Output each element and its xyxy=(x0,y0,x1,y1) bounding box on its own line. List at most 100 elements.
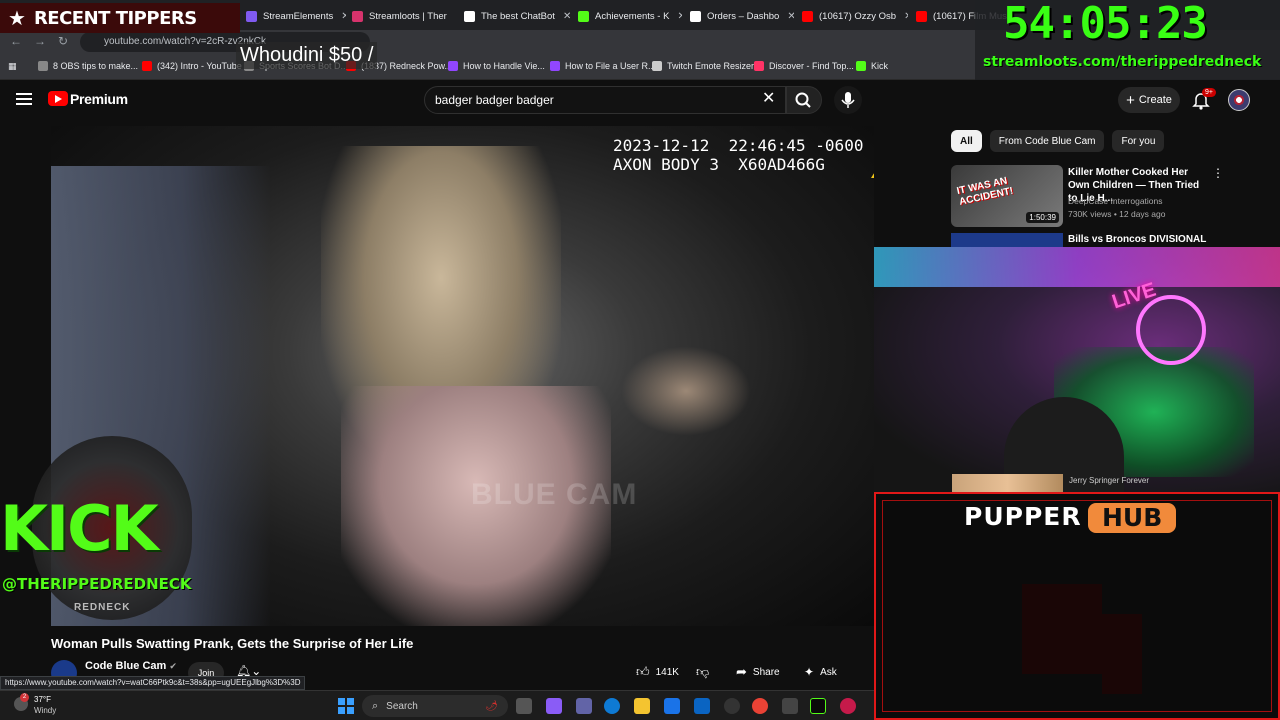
app-icon[interactable] xyxy=(782,698,798,714)
chip-from-channel[interactable]: From Code Blue Cam xyxy=(989,130,1105,152)
recommendation-channel[interactable]: DeepCase Interrogations xyxy=(1068,195,1165,208)
webcam-led-lights xyxy=(874,247,1280,287)
reload-icon[interactable]: ↻ xyxy=(58,34,68,48)
chip-all[interactable]: All xyxy=(951,130,982,152)
back-icon[interactable]: ← xyxy=(10,34,22,48)
youtube-brand[interactable]: Premium xyxy=(70,91,128,107)
search-icon: ⌕ xyxy=(372,699,379,712)
sparkle-icon: ✦ xyxy=(804,665,815,679)
streamloots-url: streamloots.com/therippedredneck xyxy=(983,54,1262,70)
account-avatar[interactable] xyxy=(1228,89,1250,111)
forward-icon[interactable]: → xyxy=(34,34,46,48)
recommendation-thumbnail[interactable] xyxy=(951,233,1063,247)
search-box xyxy=(424,86,786,114)
kick-handle: @THERIPPEDREDNECK xyxy=(2,575,192,593)
streamloots-icon xyxy=(352,10,363,22)
discover-icon xyxy=(754,61,764,71)
taskbar-search[interactable]: ⌕ Search 🌶︎ xyxy=(362,695,508,717)
microphone-icon xyxy=(841,92,855,108)
bookmark-emote-resizer[interactable]: Twitch Emote Resizer xyxy=(652,61,754,71)
share-button[interactable]: ➦ Share xyxy=(736,661,780,683)
close-tab-icon[interactable]: ✕ xyxy=(787,11,794,22)
notification-count-badge: 9+ xyxy=(1202,88,1216,97)
axon-logo-icon xyxy=(871,136,874,178)
obs-icon[interactable] xyxy=(724,698,740,714)
bookmark-discover[interactable]: Discover - Find Top... xyxy=(754,61,854,71)
close-tab-icon[interactable]: ✕ xyxy=(455,11,456,22)
terminal-icon[interactable] xyxy=(810,698,826,714)
tab-streamloots[interactable]: Streamloots | Ther✕ xyxy=(352,4,456,28)
plus-icon: + xyxy=(1126,91,1135,109)
close-tab-icon[interactable]: ✕ xyxy=(904,11,908,22)
dislike-button[interactable]: 👎︎ xyxy=(696,661,709,683)
chrome-icon[interactable] xyxy=(752,698,768,714)
copilot-icon[interactable] xyxy=(546,698,562,714)
recommendation-filters: All From Code Blue Cam For you xyxy=(951,130,1172,152)
video-watermark: BLUE CAM xyxy=(471,478,638,511)
menu-icon[interactable] xyxy=(16,93,32,105)
more-actions-icon[interactable]: ⋮ xyxy=(1212,166,1224,180)
verified-icon: ✔ xyxy=(169,661,177,671)
jerry-label: Jerry Springer Forever xyxy=(1069,476,1150,485)
tab-streamelements[interactable]: StreamElements ✕ xyxy=(246,4,346,28)
like-button[interactable]: 👍︎ 141K xyxy=(636,661,679,683)
apps-icon[interactable]: ▦ xyxy=(8,61,17,72)
latest-tip: Whoudini $50 / xyxy=(236,42,378,69)
bookmark-handle-viewers[interactable]: How to Handle Vie... xyxy=(448,61,545,71)
tab-chatbot[interactable]: The best ChatBot ✕ xyxy=(464,4,572,28)
clear-search-icon[interactable]: ✕ xyxy=(762,88,775,108)
close-tab-icon[interactable]: ✕ xyxy=(341,11,346,22)
kick-icon xyxy=(856,61,866,71)
twitch-icon xyxy=(448,61,458,71)
app-icon[interactable] xyxy=(840,698,856,714)
close-tab-icon[interactable]: ✕ xyxy=(677,11,682,22)
neon-sign xyxy=(1136,295,1206,365)
bookmark-kick[interactable]: Kick xyxy=(856,61,888,71)
ask-button[interactable]: ✦ Ask xyxy=(804,661,837,683)
recommendation-title[interactable]: Bills vs Broncos DIVISIONAL xyxy=(1068,234,1206,245)
bookmark-intro[interactable]: (342) Intro - YouTube xyxy=(142,61,242,71)
channel-name[interactable]: Code Blue Cam ✔ xyxy=(85,660,177,672)
recommendation-thumbnail[interactable]: IT WAS AN ACCIDENT! 1:50:39 xyxy=(951,165,1063,227)
tab-ozzy[interactable]: (10617) Ozzy Osb✕ xyxy=(802,4,908,28)
file-explorer-icon[interactable] xyxy=(634,698,650,714)
bookmark-obs-tips[interactable]: 8 OBS tips to make... xyxy=(38,61,138,71)
tab-achievements[interactable]: Achievements - K ✕ xyxy=(578,4,682,28)
voice-search-button[interactable] xyxy=(834,86,862,114)
youtube-header: Premium ✕ +Create 9+ xyxy=(0,80,1280,120)
teams-icon[interactable] xyxy=(576,698,592,714)
store-icon[interactable] xyxy=(664,698,680,714)
windows-start-icon[interactable] xyxy=(338,698,354,714)
task-view-icon[interactable] xyxy=(516,698,532,714)
chatbot-icon xyxy=(464,10,475,22)
outlook-icon[interactable] xyxy=(694,698,710,714)
search-button[interactable] xyxy=(786,86,822,114)
search-icon xyxy=(795,92,811,108)
bookmark-file-report[interactable]: How to File a User R... xyxy=(550,61,656,71)
orders-icon xyxy=(690,10,701,22)
panel-circuit xyxy=(1102,614,1142,694)
edge-icon[interactable] xyxy=(604,698,620,714)
subathon-timer-panel: 54:05:23 streamloots.com/therippedrednec… xyxy=(975,0,1280,80)
thumbs-down-icon: 👎︎ xyxy=(696,664,710,679)
youtube-logo-icon[interactable] xyxy=(48,91,68,106)
search-input[interactable] xyxy=(435,93,755,107)
thumbs-up-icon: 👍︎ xyxy=(636,664,650,679)
recommendation-meta: DeepCase Interrogations 730K views • 12 … xyxy=(1068,195,1165,221)
weather-temp[interactable]: 37°F xyxy=(34,695,51,704)
star-icon: ★ xyxy=(8,7,26,30)
recommendation-views: 730K views • 12 days ago xyxy=(1068,209,1166,219)
video-duration: 1:50:39 xyxy=(1026,212,1059,223)
close-tab-icon[interactable]: ✕ xyxy=(563,11,571,22)
chili-pepper-icon: 🌶︎ xyxy=(485,700,498,712)
chip-for-you[interactable]: For you xyxy=(1112,130,1165,152)
create-button[interactable]: + Create xyxy=(1118,87,1180,113)
bodycam-timestamp: 2023-12-12 22:46:45 -0600 AXON BODY 3 X60… xyxy=(613,136,864,174)
globe-icon xyxy=(652,61,662,71)
emblem-text: REDNECK xyxy=(74,602,131,613)
kick-logo-text: KICK xyxy=(0,492,159,565)
streamelements-icon xyxy=(246,10,257,22)
status-bar-url: https://www.youtube.com/watch?v=watC66Pt… xyxy=(0,676,305,690)
tab-orders[interactable]: Orders – Dashbo ✕ xyxy=(690,4,794,28)
pupper-word: PUPPER xyxy=(964,502,1082,531)
